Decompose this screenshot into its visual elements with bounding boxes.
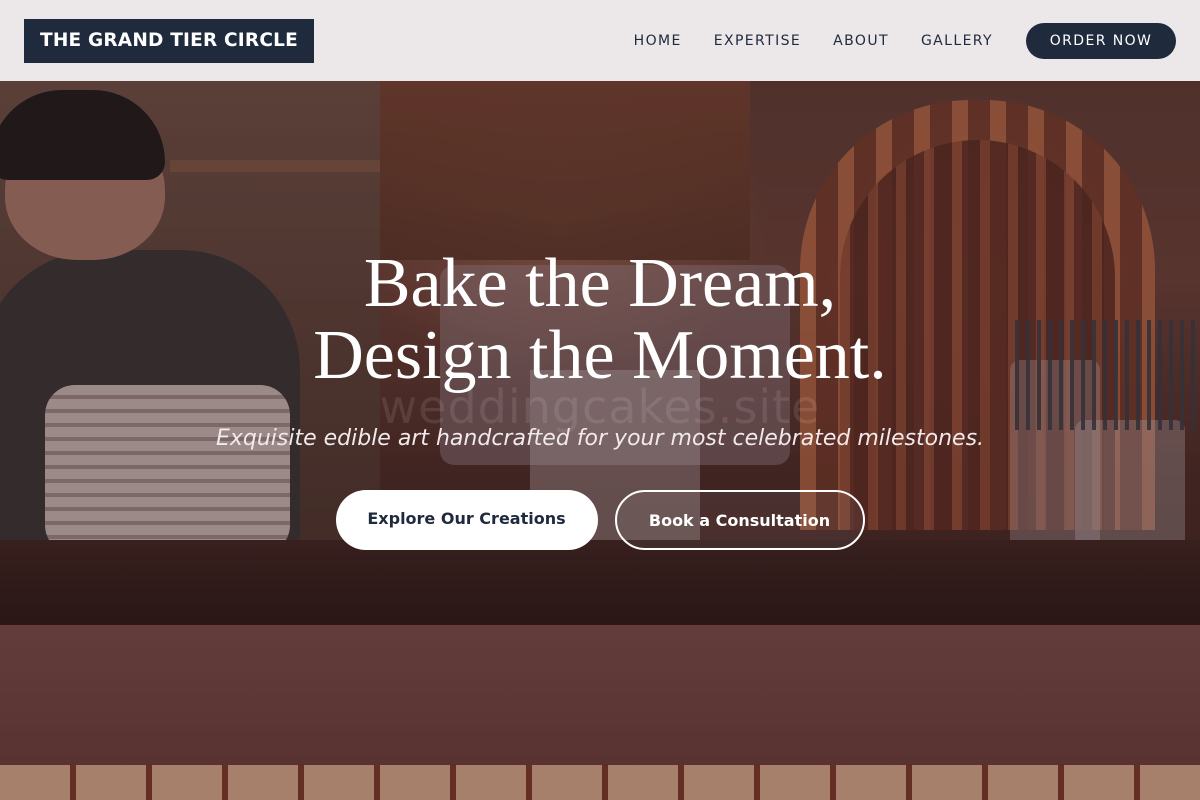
order-now-button[interactable]: ORDER NOW xyxy=(1026,22,1176,59)
site-header: THE GRAND TIER CIRCLE HOME EXPERTISE ABO… xyxy=(0,0,1200,81)
nav-link-home[interactable]: HOME xyxy=(634,33,682,49)
hero-content: Bake the Dream, Design the Moment. Exqui… xyxy=(0,248,1200,452)
hero-headline-line-2: Design the Moment. xyxy=(313,317,887,394)
hero-headline-line-1: Bake the Dream, xyxy=(363,245,837,322)
main-nav: HOME EXPERTISE ABOUT GALLERY ORDER NOW xyxy=(634,22,1176,59)
nav-link-about[interactable]: ABOUT xyxy=(833,33,889,49)
nav-link-expertise[interactable]: EXPERTISE xyxy=(714,33,801,49)
brand-logo[interactable]: THE GRAND TIER CIRCLE xyxy=(24,18,314,63)
hero-cta-row: Explore Our Creations Book a Consultatio… xyxy=(0,490,1200,550)
book-consultation-button[interactable]: Book a Consultation xyxy=(614,490,865,550)
explore-creations-button[interactable]: Explore Our Creations xyxy=(335,490,598,550)
hero-tagline: Exquisite edible art handcrafted for you… xyxy=(215,426,985,451)
nav-link-gallery[interactable]: GALLERY xyxy=(921,33,993,49)
hero-headline: Bake the Dream, Design the Moment. xyxy=(0,248,1200,392)
